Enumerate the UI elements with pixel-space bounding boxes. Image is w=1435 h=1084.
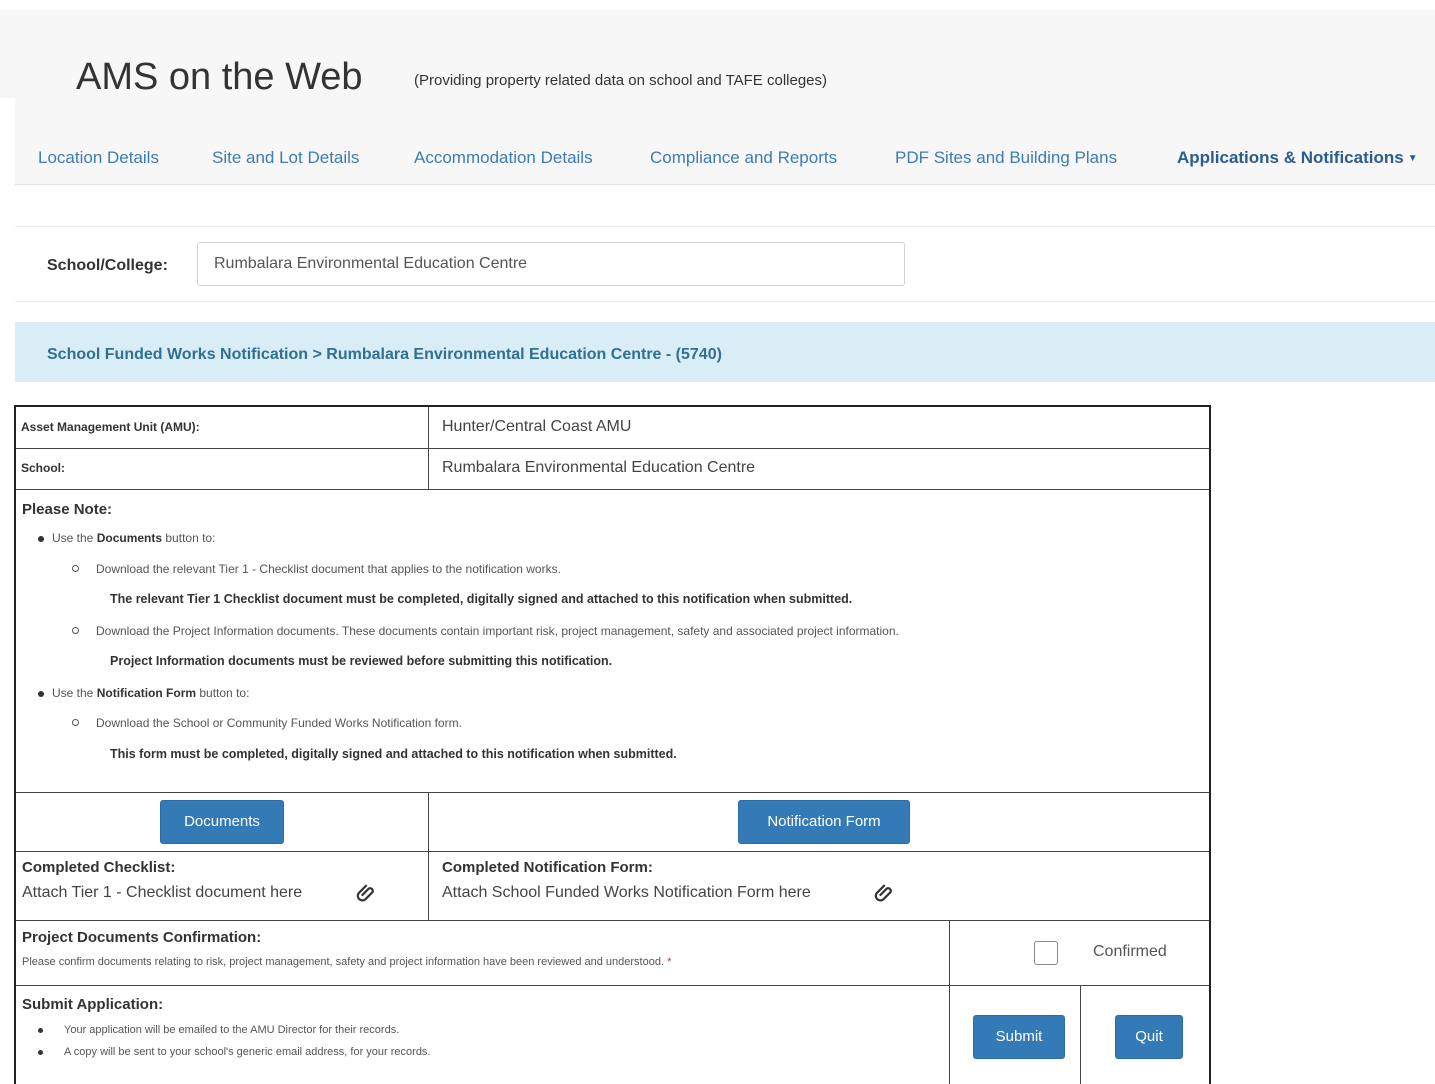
caret-down-icon: ▼ bbox=[1407, 153, 1418, 165]
notification-attach-text[interactable]: Attach School Funded Works Notification … bbox=[442, 884, 811, 902]
notification-form-button[interactable]: Notification Form bbox=[738, 800, 910, 844]
submit-note-copy: A copy will be sent to your school's gen… bbox=[64, 1046, 431, 1058]
paperclip-icon[interactable] bbox=[874, 883, 896, 905]
site-header: AMS on the Web (Providing property relat… bbox=[0, 10, 1435, 98]
school-label: School: bbox=[21, 461, 65, 475]
cropped-page-heading bbox=[0, 0, 1435, 10]
note-project-info-requirement: Project Information documents must be re… bbox=[110, 654, 613, 668]
row-divider bbox=[16, 985, 1209, 986]
sub-bullet-icon bbox=[72, 719, 79, 726]
nav-applications-label: Applications & Notifications bbox=[1177, 148, 1404, 167]
nav-applications-notifications[interactable]: Applications & Notifications ▼ bbox=[1177, 148, 1418, 168]
school-college-input[interactable]: Rumbalara Environmental Education Centre bbox=[197, 242, 905, 286]
checklist-attach-text[interactable]: Attach Tier 1 - Checklist document here bbox=[22, 884, 302, 902]
completed-notification-title: Completed Notification Form: bbox=[442, 859, 653, 876]
notification-form: Asset Management Unit (AMU): Hunter/Cent… bbox=[14, 405, 1211, 1084]
school-selector-band: School/College: Rumbalara Environmental … bbox=[15, 226, 1435, 302]
nav-location-details[interactable]: Location Details bbox=[38, 148, 159, 168]
note-download-checklist: Download the relevant Tier 1 - Checklist… bbox=[96, 562, 561, 576]
confirmed-label: Confirmed bbox=[1093, 943, 1167, 960]
nav-compliance-reports[interactable]: Compliance and Reports bbox=[650, 148, 837, 168]
amu-label: Asset Management Unit (AMU): bbox=[21, 420, 200, 434]
documents-button[interactable]: Documents bbox=[160, 800, 284, 844]
breadcrumb-text: School Funded Works Notification > Rumba… bbox=[47, 346, 722, 363]
confirmed-checkbox[interactable] bbox=[1034, 941, 1058, 965]
amu-value: Hunter/Central Coast AMU bbox=[442, 418, 632, 435]
confirmation-instructions: Please confirm documents relating to ris… bbox=[22, 956, 672, 968]
note-download-notification-form: Download the School or Community Funded … bbox=[96, 716, 462, 730]
nav-accommodation-details[interactable]: Accommodation Details bbox=[414, 148, 593, 168]
submit-application-title: Submit Application: bbox=[22, 996, 164, 1013]
breadcrumb: School Funded Works Notification > Rumba… bbox=[15, 322, 1435, 382]
nav-pdf-sites-plans[interactable]: PDF Sites and Building Plans bbox=[895, 148, 1117, 168]
note-download-project-info: Download the Project Information documen… bbox=[96, 624, 899, 638]
nav-site-lot-details[interactable]: Site and Lot Details bbox=[212, 148, 359, 168]
sub-bullet-icon bbox=[72, 627, 79, 634]
col-divider bbox=[949, 920, 950, 1084]
submit-note-email: Your application will be emailed to the … bbox=[64, 1024, 400, 1036]
paperclip-icon[interactable] bbox=[356, 883, 378, 905]
row-divider bbox=[16, 448, 1209, 449]
quit-button[interactable]: Quit bbox=[1115, 1015, 1183, 1059]
col-divider bbox=[428, 792, 429, 920]
row-divider bbox=[16, 489, 1209, 490]
required-marker: * bbox=[667, 956, 672, 968]
row-divider bbox=[16, 851, 1209, 852]
row-divider bbox=[16, 920, 1209, 921]
note-form-requirement: This form must be completed, digitally s… bbox=[110, 747, 677, 761]
please-note-title: Please Note: bbox=[22, 501, 113, 518]
note-checklist-requirement: The relevant Tier 1 Checklist document m… bbox=[110, 592, 853, 606]
main-nav: Location Details Site and Lot Details Ac… bbox=[15, 98, 1435, 185]
app-subtitle: (Providing property related data on scho… bbox=[414, 72, 828, 89]
school-value: Rumbalara Environmental Education Centre bbox=[442, 459, 756, 476]
note-bullet-notification-form: Use the Notification Form button to: bbox=[52, 686, 250, 700]
col-divider bbox=[428, 407, 429, 489]
bullet-icon bbox=[38, 1050, 43, 1055]
submit-button[interactable]: Submit bbox=[973, 1015, 1065, 1059]
bullet-icon bbox=[38, 691, 44, 697]
row-divider bbox=[16, 792, 1209, 793]
col-divider bbox=[1080, 985, 1081, 1084]
note-bullet-documents: Use the Documents button to: bbox=[52, 531, 216, 545]
project-documents-confirmation-title: Project Documents Confirmation: bbox=[22, 929, 262, 946]
app-title: AMS on the Web bbox=[76, 56, 363, 98]
sub-bullet-icon bbox=[72, 565, 79, 572]
bullet-icon bbox=[38, 1028, 43, 1033]
school-college-label: School/College: bbox=[47, 257, 168, 274]
bullet-icon bbox=[38, 536, 44, 542]
completed-checklist-title: Completed Checklist: bbox=[22, 859, 176, 876]
